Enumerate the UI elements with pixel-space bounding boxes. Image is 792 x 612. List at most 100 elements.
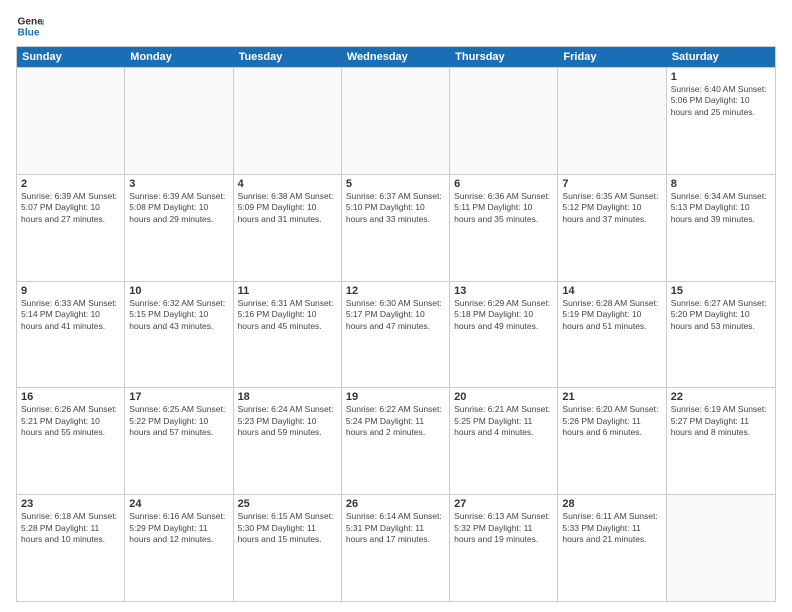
day-number: 11 bbox=[238, 285, 337, 297]
day-number: 16 bbox=[21, 391, 120, 403]
day-info: Sunrise: 6:18 AM Sunset: 5:28 PM Dayligh… bbox=[21, 511, 120, 545]
day-number: 13 bbox=[454, 285, 553, 297]
day-number: 7 bbox=[562, 178, 661, 190]
empty-cell bbox=[667, 495, 775, 601]
svg-text:General: General bbox=[18, 16, 44, 27]
day-cell-20: 20Sunrise: 6:21 AM Sunset: 5:25 PM Dayli… bbox=[450, 388, 558, 494]
day-info: Sunrise: 6:19 AM Sunset: 5:27 PM Dayligh… bbox=[671, 404, 771, 438]
page: General Blue SundayMondayTuesdayWednesda… bbox=[0, 0, 792, 612]
weekday-header-friday: Friday bbox=[558, 47, 666, 67]
day-info: Sunrise: 6:26 AM Sunset: 5:21 PM Dayligh… bbox=[21, 404, 120, 438]
day-info: Sunrise: 6:27 AM Sunset: 5:20 PM Dayligh… bbox=[671, 298, 771, 332]
day-number: 12 bbox=[346, 285, 445, 297]
weekday-header-monday: Monday bbox=[125, 47, 233, 67]
day-cell-19: 19Sunrise: 6:22 AM Sunset: 5:24 PM Dayli… bbox=[342, 388, 450, 494]
day-info: Sunrise: 6:33 AM Sunset: 5:14 PM Dayligh… bbox=[21, 298, 120, 332]
day-cell-22: 22Sunrise: 6:19 AM Sunset: 5:27 PM Dayli… bbox=[667, 388, 775, 494]
day-cell-12: 12Sunrise: 6:30 AM Sunset: 5:17 PM Dayli… bbox=[342, 282, 450, 388]
day-number: 4 bbox=[238, 178, 337, 190]
empty-cell bbox=[234, 68, 342, 174]
day-info: Sunrise: 6:21 AM Sunset: 5:25 PM Dayligh… bbox=[454, 404, 553, 438]
calendar: SundayMondayTuesdayWednesdayThursdayFrid… bbox=[16, 46, 776, 602]
day-info: Sunrise: 6:24 AM Sunset: 5:23 PM Dayligh… bbox=[238, 404, 337, 438]
day-number: 26 bbox=[346, 498, 445, 510]
day-cell-18: 18Sunrise: 6:24 AM Sunset: 5:23 PM Dayli… bbox=[234, 388, 342, 494]
day-info: Sunrise: 6:31 AM Sunset: 5:16 PM Dayligh… bbox=[238, 298, 337, 332]
day-info: Sunrise: 6:11 AM Sunset: 5:33 PM Dayligh… bbox=[562, 511, 661, 545]
calendar-header: SundayMondayTuesdayWednesdayThursdayFrid… bbox=[17, 47, 775, 67]
day-number: 6 bbox=[454, 178, 553, 190]
day-cell-26: 26Sunrise: 6:14 AM Sunset: 5:31 PM Dayli… bbox=[342, 495, 450, 601]
empty-cell bbox=[17, 68, 125, 174]
day-number: 18 bbox=[238, 391, 337, 403]
day-cell-7: 7Sunrise: 6:35 AM Sunset: 5:12 PM Daylig… bbox=[558, 175, 666, 281]
day-info: Sunrise: 6:37 AM Sunset: 5:10 PM Dayligh… bbox=[346, 191, 445, 225]
day-number: 1 bbox=[671, 71, 771, 83]
day-number: 23 bbox=[21, 498, 120, 510]
weekday-header-wednesday: Wednesday bbox=[342, 47, 450, 67]
weekday-header-saturday: Saturday bbox=[667, 47, 775, 67]
day-number: 14 bbox=[562, 285, 661, 297]
header: General Blue bbox=[16, 12, 776, 40]
day-cell-13: 13Sunrise: 6:29 AM Sunset: 5:18 PM Dayli… bbox=[450, 282, 558, 388]
day-cell-1: 1Sunrise: 6:40 AM Sunset: 5:06 PM Daylig… bbox=[667, 68, 775, 174]
day-number: 17 bbox=[129, 391, 228, 403]
empty-cell bbox=[342, 68, 450, 174]
day-cell-3: 3Sunrise: 6:39 AM Sunset: 5:08 PM Daylig… bbox=[125, 175, 233, 281]
day-number: 9 bbox=[21, 285, 120, 297]
day-info: Sunrise: 6:28 AM Sunset: 5:19 PM Dayligh… bbox=[562, 298, 661, 332]
weekday-header-sunday: Sunday bbox=[17, 47, 125, 67]
day-cell-5: 5Sunrise: 6:37 AM Sunset: 5:10 PM Daylig… bbox=[342, 175, 450, 281]
day-cell-23: 23Sunrise: 6:18 AM Sunset: 5:28 PM Dayli… bbox=[17, 495, 125, 601]
day-number: 20 bbox=[454, 391, 553, 403]
day-info: Sunrise: 6:38 AM Sunset: 5:09 PM Dayligh… bbox=[238, 191, 337, 225]
day-number: 21 bbox=[562, 391, 661, 403]
empty-cell bbox=[450, 68, 558, 174]
day-info: Sunrise: 6:39 AM Sunset: 5:08 PM Dayligh… bbox=[129, 191, 228, 225]
day-info: Sunrise: 6:36 AM Sunset: 5:11 PM Dayligh… bbox=[454, 191, 553, 225]
day-info: Sunrise: 6:40 AM Sunset: 5:06 PM Dayligh… bbox=[671, 84, 771, 118]
day-number: 5 bbox=[346, 178, 445, 190]
day-cell-17: 17Sunrise: 6:25 AM Sunset: 5:22 PM Dayli… bbox=[125, 388, 233, 494]
week-row-1: 1Sunrise: 6:40 AM Sunset: 5:06 PM Daylig… bbox=[17, 67, 775, 174]
svg-text:Blue: Blue bbox=[18, 27, 40, 38]
day-info: Sunrise: 6:14 AM Sunset: 5:31 PM Dayligh… bbox=[346, 511, 445, 545]
day-info: Sunrise: 6:34 AM Sunset: 5:13 PM Dayligh… bbox=[671, 191, 771, 225]
day-number: 19 bbox=[346, 391, 445, 403]
day-cell-24: 24Sunrise: 6:16 AM Sunset: 5:29 PM Dayli… bbox=[125, 495, 233, 601]
logo-icon: General Blue bbox=[16, 12, 44, 40]
day-cell-15: 15Sunrise: 6:27 AM Sunset: 5:20 PM Dayli… bbox=[667, 282, 775, 388]
day-cell-9: 9Sunrise: 6:33 AM Sunset: 5:14 PM Daylig… bbox=[17, 282, 125, 388]
day-info: Sunrise: 6:25 AM Sunset: 5:22 PM Dayligh… bbox=[129, 404, 228, 438]
day-cell-6: 6Sunrise: 6:36 AM Sunset: 5:11 PM Daylig… bbox=[450, 175, 558, 281]
day-info: Sunrise: 6:15 AM Sunset: 5:30 PM Dayligh… bbox=[238, 511, 337, 545]
day-cell-25: 25Sunrise: 6:15 AM Sunset: 5:30 PM Dayli… bbox=[234, 495, 342, 601]
day-info: Sunrise: 6:39 AM Sunset: 5:07 PM Dayligh… bbox=[21, 191, 120, 225]
day-info: Sunrise: 6:22 AM Sunset: 5:24 PM Dayligh… bbox=[346, 404, 445, 438]
day-number: 28 bbox=[562, 498, 661, 510]
day-info: Sunrise: 6:29 AM Sunset: 5:18 PM Dayligh… bbox=[454, 298, 553, 332]
day-info: Sunrise: 6:30 AM Sunset: 5:17 PM Dayligh… bbox=[346, 298, 445, 332]
day-cell-10: 10Sunrise: 6:32 AM Sunset: 5:15 PM Dayli… bbox=[125, 282, 233, 388]
day-cell-27: 27Sunrise: 6:13 AM Sunset: 5:32 PM Dayli… bbox=[450, 495, 558, 601]
calendar-body: 1Sunrise: 6:40 AM Sunset: 5:06 PM Daylig… bbox=[17, 67, 775, 601]
day-number: 8 bbox=[671, 178, 771, 190]
day-cell-14: 14Sunrise: 6:28 AM Sunset: 5:19 PM Dayli… bbox=[558, 282, 666, 388]
day-info: Sunrise: 6:32 AM Sunset: 5:15 PM Dayligh… bbox=[129, 298, 228, 332]
week-row-3: 9Sunrise: 6:33 AM Sunset: 5:14 PM Daylig… bbox=[17, 281, 775, 388]
day-number: 24 bbox=[129, 498, 228, 510]
weekday-header-thursday: Thursday bbox=[450, 47, 558, 67]
day-number: 25 bbox=[238, 498, 337, 510]
day-number: 10 bbox=[129, 285, 228, 297]
week-row-5: 23Sunrise: 6:18 AM Sunset: 5:28 PM Dayli… bbox=[17, 494, 775, 601]
day-cell-21: 21Sunrise: 6:20 AM Sunset: 5:26 PM Dayli… bbox=[558, 388, 666, 494]
day-cell-2: 2Sunrise: 6:39 AM Sunset: 5:07 PM Daylig… bbox=[17, 175, 125, 281]
day-cell-11: 11Sunrise: 6:31 AM Sunset: 5:16 PM Dayli… bbox=[234, 282, 342, 388]
logo: General Blue bbox=[16, 12, 44, 40]
weekday-header-tuesday: Tuesday bbox=[234, 47, 342, 67]
day-number: 22 bbox=[671, 391, 771, 403]
day-number: 2 bbox=[21, 178, 120, 190]
empty-cell bbox=[125, 68, 233, 174]
day-number: 3 bbox=[129, 178, 228, 190]
day-info: Sunrise: 6:13 AM Sunset: 5:32 PM Dayligh… bbox=[454, 511, 553, 545]
